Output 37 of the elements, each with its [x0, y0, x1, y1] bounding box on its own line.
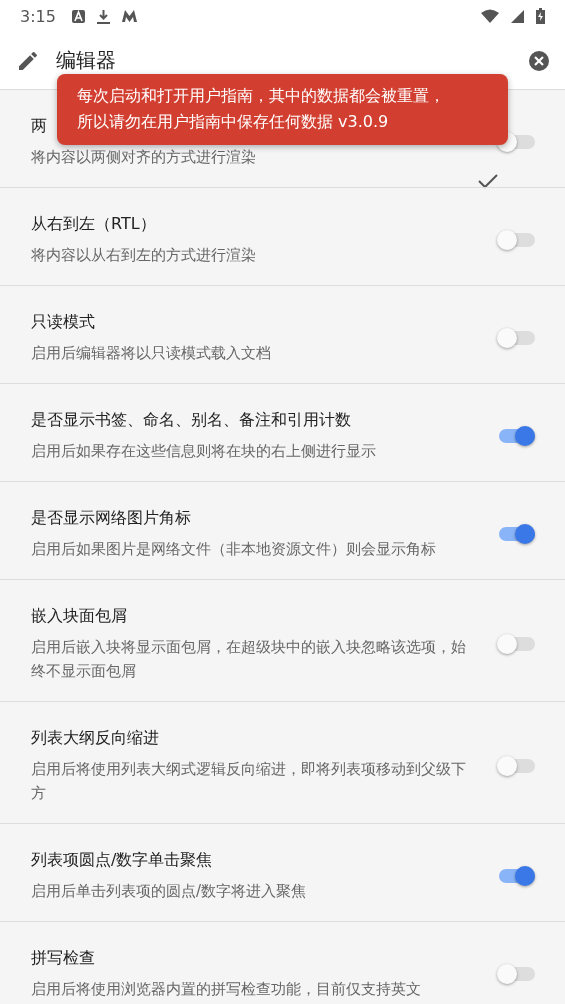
- toggle-switch[interactable]: [499, 966, 535, 981]
- toggle-switch[interactable]: [499, 526, 535, 541]
- toggle-switch[interactable]: [499, 758, 535, 773]
- close-icon[interactable]: [529, 50, 549, 71]
- app-notification-icon: [121, 10, 137, 22]
- status-time: 3:15: [20, 6, 56, 26]
- toggle-switch[interactable]: [499, 330, 535, 345]
- app-notification-icon: [71, 9, 85, 23]
- setting-description: 启用后将使用列表大纲式逻辑反向缩进，即将列表项移动到父级下方: [31, 759, 467, 804]
- wifi-icon: [481, 9, 499, 23]
- toggle-switch[interactable]: [499, 636, 535, 651]
- download-icon: [96, 8, 110, 24]
- setting-description: 启用后单击列表项的圆点/数字将进入聚焦: [31, 881, 308, 902]
- setting-description: 启用后编辑器将以只读模式载入文档: [31, 343, 272, 364]
- setting-title: 是否显示网络图片角标: [31, 507, 191, 529]
- toggle-switch[interactable]: [499, 428, 535, 443]
- setting-description: 启用后将使用浏览器内置的拼写检查功能，目前仅支持英文: [31, 979, 422, 1000]
- toggle-switch[interactable]: [499, 232, 535, 247]
- setting-title: 列表大纲反向缩进: [31, 727, 159, 749]
- setting-title: 只读模式: [31, 311, 95, 333]
- setting-description: 启用后如果存在这些信息则将在块的右上侧进行显示: [31, 441, 377, 462]
- toast-message: 每次启动和打开用户指南，其中的数据都会被重置， 所以请勿在用户指南中保存任何数据 v3.0.9: [57, 74, 508, 145]
- setting-title: 是否显示书签、命名、别名、备注和引用计数: [31, 409, 351, 431]
- battery-charging-icon: [536, 8, 545, 24]
- setting-title: 两: [31, 115, 47, 137]
- setting-description: 启用后嵌入块将显示面包屑，在超级块中的嵌入块忽略该选项，始终不显示面包屑: [31, 637, 467, 682]
- page-title: 编辑器: [56, 47, 117, 74]
- setting-title: 从右到左（RTL）: [31, 213, 156, 235]
- setting-title: 嵌入块面包屑: [31, 605, 127, 627]
- toggle-switch[interactable]: [499, 868, 535, 883]
- toggle-switch[interactable]: [499, 134, 535, 149]
- setting-title: 拼写检查: [31, 947, 95, 969]
- setting-description: 启用后如果图片是网络文件（非本地资源文件）则会显示角标: [31, 539, 437, 560]
- setting-title: 列表项圆点/数字单击聚焦: [31, 849, 213, 871]
- setting-description: 将内容以从右到左的方式进行渲染: [31, 245, 257, 266]
- setting-description: 将内容以两侧对齐的方式进行渲染: [31, 147, 257, 168]
- signal-icon: [511, 9, 524, 23]
